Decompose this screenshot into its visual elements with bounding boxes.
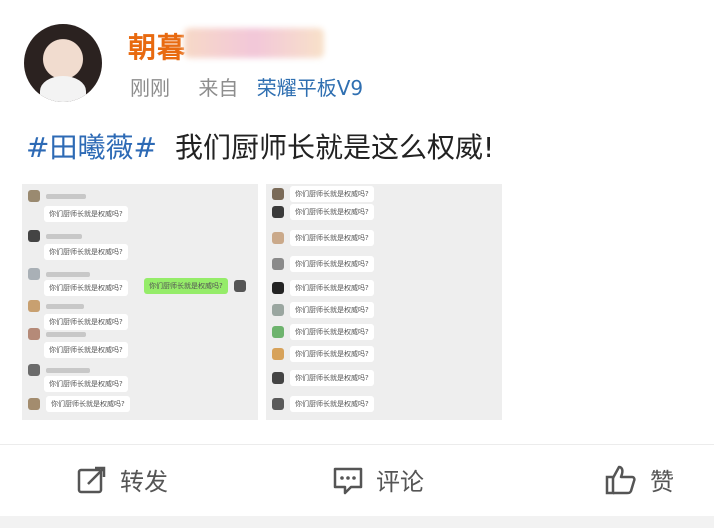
user-avatar[interactable] xyxy=(24,24,102,102)
chat-avatar xyxy=(272,372,284,384)
like-icon xyxy=(605,465,636,494)
chat-row: 你们厨师长就是权威吗? xyxy=(272,204,374,220)
post-content: #田曦薇# 我们厨师长就是这么权威! xyxy=(26,126,494,166)
bottom-spacer xyxy=(0,516,714,528)
chat-avatar xyxy=(272,188,284,200)
chat-row: 你们厨师长就是权威吗? xyxy=(272,324,374,340)
repost-button[interactable]: 转发 xyxy=(76,462,168,497)
chat-row xyxy=(28,190,86,202)
chat-row: 你们厨师长就是权威吗? xyxy=(272,346,374,362)
chat-avatar xyxy=(28,364,40,376)
chat-row: 你们厨师长就是权威吗? xyxy=(272,302,374,318)
chat-avatar xyxy=(272,232,284,244)
chat-row xyxy=(28,300,84,312)
post-image-1[interactable]: 你们厨师长就是权威吗? 你们厨师长就是权威吗? 你们厨师长就是权威吗? 你们厨师… xyxy=(22,184,258,420)
chat-row xyxy=(28,364,90,376)
chat-avatar xyxy=(272,304,284,316)
post-time: 刚刚 xyxy=(130,76,170,100)
hashtag-link[interactable]: #田曦薇# xyxy=(26,131,157,164)
source-prefix: 来自 xyxy=(198,76,239,100)
chat-avatar xyxy=(28,230,40,242)
comment-button[interactable]: 评论 xyxy=(332,462,424,497)
chat-row: 你们厨师长就是权威吗? xyxy=(272,256,374,272)
chat-avatar xyxy=(272,398,284,410)
chat-row xyxy=(28,268,90,280)
chat-row xyxy=(28,328,86,340)
post-body: 我们厨师长就是这么权威! xyxy=(174,131,495,164)
source-device[interactable]: 荣耀平板V9 xyxy=(257,76,363,100)
chat-row: 你们厨师长就是权威吗? xyxy=(272,280,374,296)
chat-avatar xyxy=(28,300,40,312)
chat-avatar xyxy=(272,348,284,360)
chat-bubble: 你们厨师长就是权威吗? xyxy=(44,280,128,296)
comment-label: 评论 xyxy=(376,468,424,496)
chat-avatar xyxy=(272,258,284,270)
chat-avatar xyxy=(28,328,40,340)
chat-bubble: 你们厨师长就是权威吗? xyxy=(44,342,128,358)
chat-row: 你们厨师长就是权威吗? xyxy=(28,396,130,412)
chat-row xyxy=(28,230,82,242)
action-divider xyxy=(0,444,714,445)
chat-avatar xyxy=(272,326,284,338)
chat-avatar xyxy=(28,398,40,410)
chat-avatar xyxy=(272,206,284,218)
chat-avatar xyxy=(28,268,40,280)
chat-avatar xyxy=(272,282,284,294)
chat-avatar xyxy=(28,190,40,202)
repost-label: 转发 xyxy=(120,468,168,496)
chat-row: 你们厨师长就是权威吗? xyxy=(272,396,374,412)
post-image-2[interactable]: 你们厨师长就是权威吗? 你们厨师长就是权威吗? 你们厨师长就是权威吗? 你们厨师… xyxy=(266,184,502,420)
username[interactable]: 朝暮 xyxy=(128,26,186,66)
repost-icon xyxy=(77,466,106,493)
chat-row: 你们厨师长就是权威吗? xyxy=(272,186,374,202)
chat-row: 你们厨师长就是权威吗? xyxy=(272,370,374,386)
chat-bubble: 你们厨师长就是权威吗? xyxy=(44,206,128,222)
chat-avatar xyxy=(233,280,246,292)
chat-bubble: 你们厨师长就是权威吗? xyxy=(44,244,128,260)
like-button[interactable]: 赞 xyxy=(604,462,674,497)
username-blurred-part xyxy=(184,28,324,58)
chat-bubble-self: 你们厨师长就是权威吗? xyxy=(144,278,246,294)
chat-bubble: 你们厨师长就是权威吗? xyxy=(44,376,128,392)
post-meta: 刚刚 来自 荣耀平板V9 xyxy=(130,72,363,101)
comment-icon xyxy=(333,467,363,494)
chat-row: 你们厨师长就是权威吗? xyxy=(272,230,374,246)
like-label: 赞 xyxy=(650,468,674,496)
